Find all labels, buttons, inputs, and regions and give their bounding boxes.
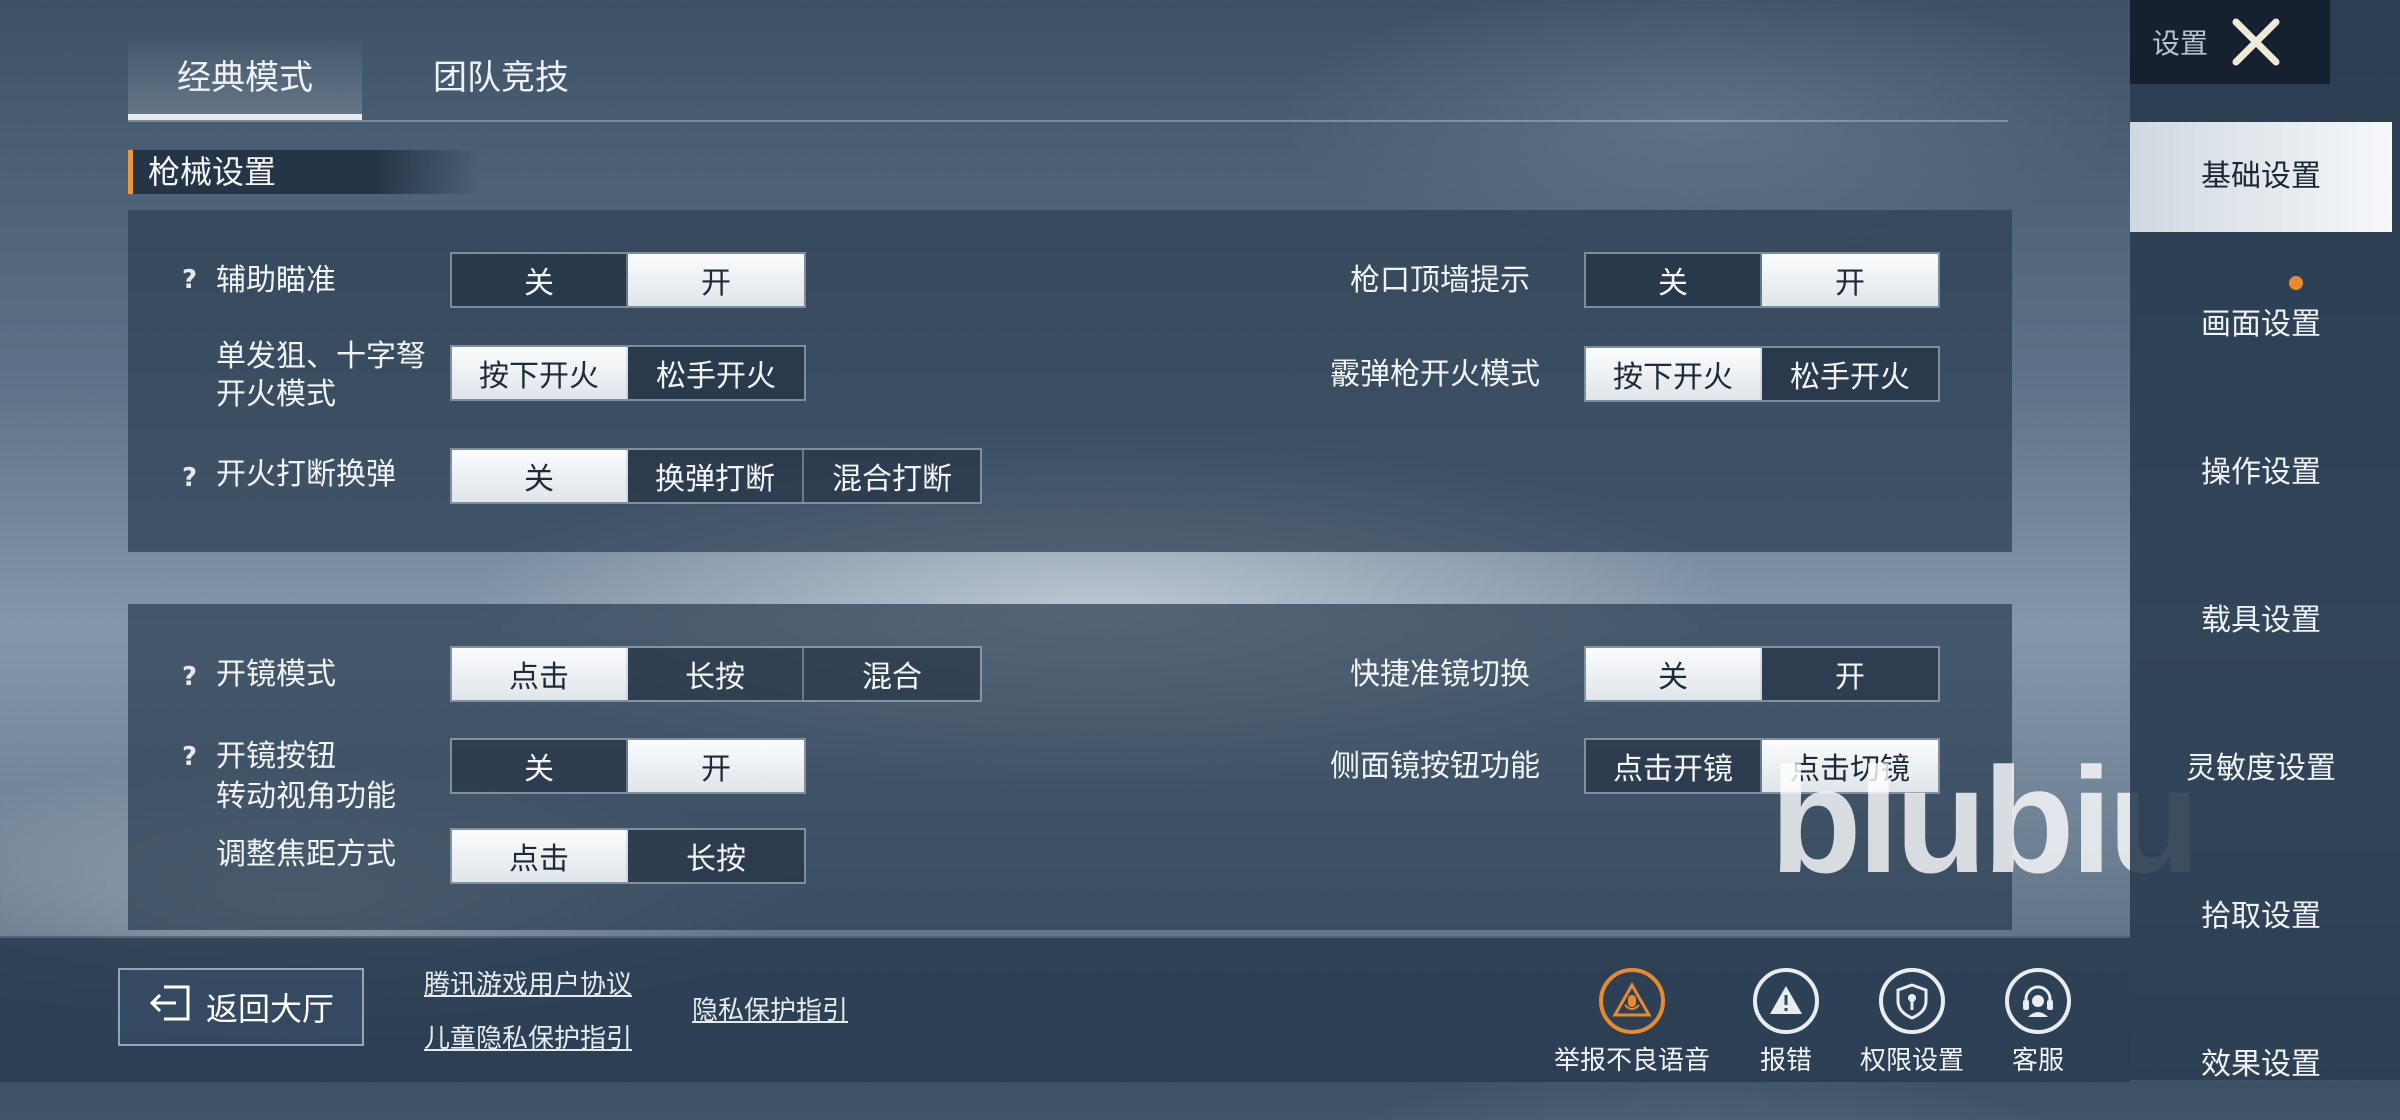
quick-scope-off[interactable]: 关	[1586, 648, 1762, 700]
scope-mode-mixed[interactable]: 混合	[804, 648, 980, 700]
scope-mode-toggle: 点击 长按 混合	[450, 646, 982, 702]
shotgun-fire-label: 霰弹枪开火模式	[1330, 357, 1540, 392]
scope-button-label-line2: 转动视角功能	[216, 779, 396, 814]
tab-classic-mode[interactable]: 经典模式	[128, 40, 362, 120]
notification-dot	[2289, 276, 2303, 290]
sniper-fire-label-line2: 开火模式	[216, 377, 336, 412]
sniper-release-fire[interactable]: 松手开火	[628, 347, 804, 399]
sidebar-item-basic[interactable]: 基础设置	[2130, 122, 2392, 232]
sidebar-item-effects[interactable]: 效果设置	[2130, 1010, 2392, 1120]
exit-icon	[148, 983, 192, 1031]
quick-scope-on[interactable]: 开	[1762, 648, 1938, 700]
help-icon[interactable]: ?	[182, 265, 197, 295]
aim-assist-off[interactable]: 关	[452, 254, 628, 306]
zoom-method-hold[interactable]: 长按	[628, 830, 804, 882]
scope-mode-hold[interactable]: 长按	[628, 648, 804, 700]
zoom-method-label: 调整焦距方式	[216, 837, 396, 872]
fire-interrupt-toggle: 关 换弹打断 混合打断	[450, 448, 982, 504]
back-to-lobby-label: 返回大厅	[205, 990, 334, 1028]
shotgun-fire-toggle: 按下开火 松手开火	[1584, 346, 1940, 402]
sidebar-item-vehicle[interactable]: 载具设置	[2130, 566, 2392, 676]
muzzle-wall-toggle: 关 开	[1584, 252, 1940, 308]
zoom-method-toggle: 点击 长按	[450, 828, 806, 884]
sidebar-item-sensitivity[interactable]: 灵敏度设置	[2130, 714, 2392, 824]
muzzle-wall-off[interactable]: 关	[1586, 254, 1762, 306]
aim-assist-toggle: 关 开	[450, 252, 806, 308]
scope-mode-tap[interactable]: 点击	[452, 648, 628, 700]
sidebar-item-graphics[interactable]: 画面设置	[2130, 270, 2392, 380]
tab-divider	[128, 120, 2008, 122]
side-scope-open[interactable]: 点击开镜	[1586, 740, 1762, 792]
quick-scope-toggle: 关 开	[1584, 646, 1940, 702]
fire-interrupt-off[interactable]: 关	[452, 450, 628, 502]
muzzle-wall-label: 枪口顶墙提示	[1350, 263, 1530, 298]
side-scope-label: 侧面镜按钮功能	[1330, 749, 1540, 784]
close-icon[interactable]	[2228, 14, 2284, 70]
settings-title: 设置	[2152, 27, 2209, 60]
scope-mode-label: 开镜模式	[216, 657, 336, 692]
quick-scope-label: 快捷准镜切换	[1350, 657, 1530, 692]
section-title: 枪械设置	[148, 153, 277, 191]
shotgun-release-fire[interactable]: 松手开火	[1762, 348, 1938, 400]
muzzle-wall-on[interactable]: 开	[1762, 254, 1938, 306]
user-agreement-link[interactable]: 腾讯游戏用户协议	[424, 964, 632, 1001]
scope-button-on[interactable]: 开	[628, 740, 804, 792]
sidebar-item-controls[interactable]: 操作设置	[2130, 418, 2392, 528]
scope-button-off[interactable]: 关	[452, 740, 628, 792]
scope-button-toggle: 关 开	[450, 738, 806, 794]
privacy-guide-link[interactable]: 隐私保护指引	[692, 990, 848, 1027]
headset-icon[interactable]	[2005, 968, 2071, 1034]
report-voice-icon[interactable]	[1599, 968, 1665, 1034]
tab-team-deathmatch[interactable]: 团队竞技	[384, 40, 618, 120]
zoom-method-tap[interactable]: 点击	[452, 830, 628, 882]
customer-service-label: 客服	[2011, 1046, 2064, 1076]
section-accent-bar	[128, 150, 133, 194]
back-to-lobby-button[interactable]: 返回大厅	[118, 968, 364, 1046]
shotgun-press-fire[interactable]: 按下开火	[1586, 348, 1762, 400]
help-icon[interactable]: ?	[182, 662, 197, 692]
warning-icon[interactable]	[1753, 968, 1819, 1034]
shield-icon[interactable]	[1879, 968, 1945, 1034]
scope-button-label-line1: 开镜按钮	[216, 739, 336, 774]
child-privacy-link[interactable]: 儿童隐私保护指引	[424, 1018, 632, 1055]
aim-assist-label: 辅助瞄准	[216, 263, 336, 298]
sniper-press-fire[interactable]: 按下开火	[452, 347, 628, 399]
sniper-fire-label-line1: 单发狙、十字弩	[216, 339, 426, 374]
help-icon[interactable]: ?	[182, 463, 197, 493]
fire-interrupt-reload[interactable]: 换弹打断	[628, 450, 804, 502]
help-icon[interactable]: ?	[182, 742, 197, 772]
fire-interrupt-label: 开火打断换弹	[216, 457, 396, 492]
sidebar-item-pickup[interactable]: 拾取设置	[2130, 862, 2392, 972]
section-header: 枪械设置	[128, 150, 480, 194]
aim-assist-on[interactable]: 开	[628, 254, 804, 306]
fire-interrupt-mixed[interactable]: 混合打断	[804, 450, 980, 502]
sniper-fire-toggle: 按下开火 松手开火	[450, 345, 806, 401]
